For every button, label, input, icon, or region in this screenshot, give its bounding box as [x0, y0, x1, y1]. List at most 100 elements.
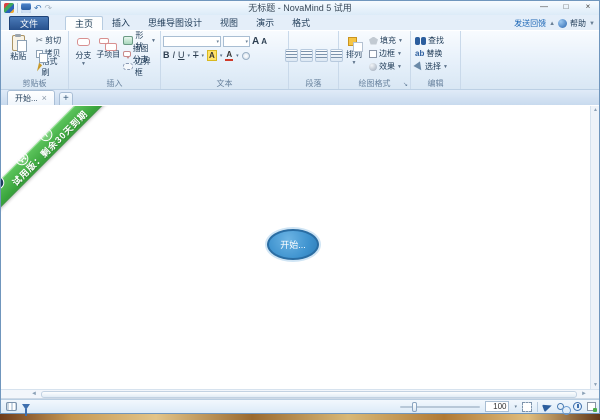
font-size-combo[interactable]: ▾	[223, 36, 250, 47]
format-painter-button[interactable]: 格式刷	[34, 60, 66, 73]
map-canvas[interactable]: i 试用版：剩余30天到期 开始... ▲ ▼	[1, 106, 599, 389]
fill-button[interactable]: 填充 ▼	[367, 34, 405, 47]
horizontal-scrollbar[interactable]: ◄ ►	[1, 389, 599, 399]
align-left-button[interactable]	[285, 49, 298, 62]
select-button[interactable]: 选择 ▼	[413, 60, 458, 73]
relationship-view-icon[interactable]	[557, 403, 564, 410]
minimize-button[interactable]: —	[533, 1, 555, 14]
font-size-dropdown-icon[interactable]: ▾	[245, 39, 248, 45]
timeline-icon[interactable]	[573, 402, 582, 411]
tab-presentation[interactable]: 演示	[247, 16, 283, 30]
branch-dropdown-icon[interactable]: ▼	[81, 61, 86, 67]
filter-icon[interactable]	[22, 404, 30, 410]
scroll-down-icon[interactable]: ▼	[591, 382, 599, 388]
trial-banner[interactable]: i 试用版：剩余30天到期	[1, 106, 126, 224]
fit-to-window-icon[interactable]	[522, 402, 532, 412]
select-dropdown-icon[interactable]: ▼	[443, 64, 448, 70]
underline-button[interactable]: U	[178, 50, 185, 61]
novamind-window: ↶ ↷ 无标题 - NovaMind 5 试用 — □ × 文件 主页 插入 思…	[0, 0, 600, 414]
font-color-dropdown-icon[interactable]: ▾	[236, 53, 239, 59]
group-paragraph: 段落	[289, 31, 339, 89]
notes-editor-icon[interactable]	[587, 402, 596, 411]
paragraph-group-label: 段落	[291, 78, 336, 89]
select-cursor-icon	[413, 61, 424, 72]
align-right-button[interactable]	[315, 49, 328, 62]
tab-file[interactable]: 文件	[9, 16, 49, 30]
paste-button[interactable]: 粘贴	[3, 33, 34, 62]
outline-dropdown-icon[interactable]: ▼	[397, 51, 402, 57]
insert-small-buttons: 形状 ▼ 插图分支 边界框	[121, 33, 158, 73]
font-family-combo[interactable]: ▾	[163, 36, 221, 47]
grow-font-button[interactable]: A	[252, 36, 259, 47]
outline-button[interactable]: 边框 ▼	[367, 47, 405, 60]
tab-mindmap-design[interactable]: 思维导图设计	[139, 16, 211, 30]
scroll-left-icon[interactable]: ◄	[31, 390, 37, 399]
boundary-button[interactable]: 边界框	[121, 60, 158, 73]
subtopic-button[interactable]: 子项目	[96, 33, 121, 60]
shape-icon	[123, 36, 134, 45]
highlight-color-button[interactable]: A	[207, 50, 217, 61]
screen: ↶ ↷ 无标题 - NovaMind 5 试用 — □ × 文件 主页 插入 思…	[0, 0, 600, 420]
zoom-slider[interactable]	[400, 406, 480, 408]
tab-format[interactable]: 格式	[283, 16, 319, 30]
send-feedback-link[interactable]: 发送回馈	[514, 18, 546, 29]
group-editing: 查找 ab 替换 选择 ▼ 编辑	[411, 31, 461, 89]
arrange-dropdown-icon[interactable]: ▼	[352, 60, 357, 66]
zoom-slider-thumb[interactable]	[412, 402, 417, 412]
maximize-button[interactable]: □	[555, 1, 577, 14]
insert-group-label: 插入	[71, 78, 158, 89]
tab-home[interactable]: 主页	[65, 16, 103, 30]
font-row: ▾ ▾ A A	[163, 36, 286, 47]
dialog-launcher-icon[interactable]: ↘	[403, 82, 408, 88]
zoom-spinner-icon[interactable]: ▾	[514, 404, 517, 410]
select-label: 选择	[425, 61, 441, 72]
close-button[interactable]: ×	[577, 1, 599, 14]
tab-insert[interactable]: 插入	[103, 16, 139, 30]
horizontal-scroll-thumb[interactable]	[41, 391, 577, 398]
help-icon[interactable]	[558, 19, 567, 28]
presentation-mode-icon[interactable]	[542, 401, 553, 412]
highlight-dropdown-icon[interactable]: ▾	[220, 53, 223, 59]
fill-dropdown-icon[interactable]: ▼	[398, 38, 403, 44]
editing-body: 查找 ab 替换 选择 ▼	[413, 33, 458, 78]
drawing-group-label: 绘图格式	[341, 78, 408, 89]
bold-button[interactable]: B	[163, 50, 170, 61]
vertical-scrollbar[interactable]: ▲ ▼	[590, 106, 599, 389]
paragraph-body	[291, 33, 336, 78]
italic-button[interactable]: I	[173, 50, 176, 61]
cut-button[interactable]: ✂ 剪切	[34, 34, 66, 47]
help-dropdown-icon[interactable]: ▼	[589, 21, 595, 27]
branch-label: 分支	[75, 50, 91, 61]
central-topic-node[interactable]: 开始...	[267, 229, 319, 260]
document-tab-close-icon[interactable]: ×	[42, 94, 47, 103]
clear-format-icon[interactable]	[242, 52, 250, 60]
collapse-ribbon-icon[interactable]: ▲	[549, 21, 555, 27]
cart-glyph	[17, 154, 25, 162]
minimap-icon[interactable]	[6, 402, 17, 411]
zoom-value-box[interactable]: 100	[485, 401, 509, 412]
paste-label: 粘贴	[10, 51, 26, 62]
find-button[interactable]: 查找	[413, 34, 458, 47]
scroll-right-icon[interactable]: ►	[581, 390, 587, 399]
align-center-button[interactable]	[300, 49, 313, 62]
drawing-body: 排列 ▼ 填充 ▼ 边框 ▼	[341, 33, 408, 78]
text-body: ▾ ▾ A A B I U ▾ T ▾ A ▾ A	[163, 33, 286, 78]
window-title: 无标题 - NovaMind 5 试用	[1, 1, 599, 15]
tab-view[interactable]: 视图	[211, 16, 247, 30]
strikethrough-dropdown-icon[interactable]: ▾	[202, 53, 205, 59]
effects-dropdown-icon[interactable]: ▼	[397, 64, 402, 70]
scroll-up-icon[interactable]: ▲	[591, 107, 599, 113]
shrink-font-button[interactable]: A	[261, 37, 267, 46]
branch-button[interactable]: 分支 ▼	[71, 33, 96, 67]
font-color-button[interactable]: A	[225, 51, 233, 61]
effects-button[interactable]: 效果 ▼	[367, 60, 405, 73]
arrange-button[interactable]: 排列 ▼	[341, 33, 367, 66]
strikethrough-button[interactable]: T	[193, 50, 199, 61]
document-tab-start[interactable]: 开始... ×	[7, 90, 55, 105]
underline-dropdown-icon[interactable]: ▾	[188, 53, 191, 59]
replace-button[interactable]: ab 替换	[413, 47, 458, 60]
help-link[interactable]: 帮助	[570, 18, 586, 29]
new-document-tab-button[interactable]: +	[59, 92, 73, 105]
font-family-dropdown-icon[interactable]: ▾	[216, 39, 219, 45]
insert-body: 分支 ▼ 子项目 形状 ▼	[71, 33, 158, 78]
